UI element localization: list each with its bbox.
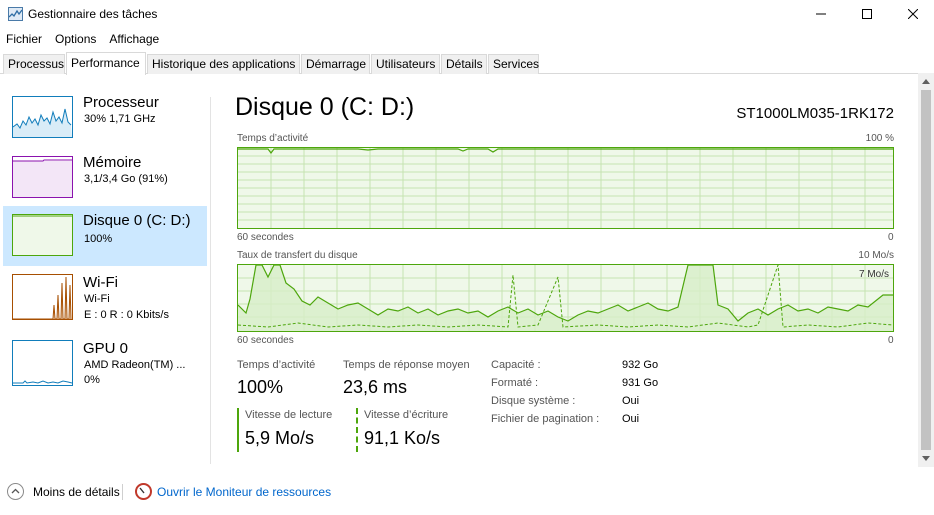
scroll-up-icon[interactable] [922, 79, 930, 84]
system-disk-value: Oui [622, 395, 640, 407]
read-speed-indicator [237, 408, 239, 452]
less-details-button[interactable]: Moins de détails [33, 485, 120, 499]
window-title: Gestionnaire des tâches [28, 7, 158, 21]
tab-services[interactable]: Services [488, 54, 539, 74]
sidebar-sub2-wifi: E : 0 R : 0 Kbits/s [84, 309, 169, 321]
graph2-secondary-label: 7 Mo/s [858, 269, 889, 280]
sidebar-sub2-gpu: 0% [84, 374, 100, 386]
sidebar-divider [210, 97, 211, 464]
formatted-label: Formaté : [491, 377, 539, 389]
response-time-value: 23,6 ms [343, 377, 408, 397]
read-speed-label: Vitesse de lecture [245, 409, 333, 421]
active-time-value: 100% [237, 377, 284, 397]
footer: Moins de détails Ouvrir le Moniteur de r… [0, 478, 934, 506]
sidebar-sub-gpu: AMD Radeon(TM) ... [84, 359, 186, 371]
sidebar-title-processeur: Processeur [83, 94, 159, 111]
active-time-label: Temps d’activité [237, 359, 316, 371]
tab-processus[interactable]: Processus [3, 54, 65, 74]
sidebar-title-memoire: Mémoire [83, 154, 142, 171]
tab-strip: Processus Performance Historique des app… [0, 52, 934, 75]
cpu-thumbnail [12, 96, 73, 138]
menu-bar: Fichier Options Affichage [0, 30, 166, 48]
resource-monitor-link[interactable]: Ouvrir le Moniteur de ressources [157, 485, 331, 499]
menu-options[interactable]: Options [49, 30, 103, 48]
capacity-label: Capacité : [491, 359, 541, 371]
menu-fichier[interactable]: Fichier [0, 30, 49, 48]
graph2-max-label: 10 Mo/s [858, 250, 894, 261]
disk-model: ST1000LM035-1RK172 [736, 105, 894, 122]
wifi-thumbnail [12, 274, 73, 320]
page-title: Disque 0 (C: D:) [235, 93, 415, 121]
sidebar-title-gpu: GPU 0 [83, 340, 129, 357]
vertical-scrollbar[interactable] [918, 73, 934, 467]
resource-sidebar: Processeur 30% 1,71 GHz Mémoire 3,1/3,4 … [0, 88, 210, 464]
scroll-down-icon[interactable] [922, 456, 930, 461]
write-speed-value: 91,1 Ko/s [364, 428, 441, 448]
sidebar-item-memoire[interactable]: Mémoire 3,1/3,4 Go (91%) [3, 148, 207, 208]
resource-monitor-icon [135, 483, 152, 500]
sidebar-sub-memoire: 3,1/3,4 Go (91%) [84, 173, 168, 185]
sidebar-sub-wifi: Wi-Fi [84, 293, 110, 305]
graph1-time-label: 60 secondes [237, 232, 294, 243]
response-time-label: Temps de réponse moyen [343, 359, 470, 371]
active-time-graph [237, 147, 894, 229]
memory-thumbnail [12, 156, 73, 198]
title-bar: Gestionnaire des tâches [0, 0, 934, 28]
transfer-rate-graph: 7 Mo/s [237, 264, 894, 332]
sidebar-title-wifi: Wi-Fi [83, 274, 118, 291]
tab-performance[interactable]: Performance [66, 52, 146, 75]
system-disk-label: Disque système : [491, 395, 576, 407]
close-button[interactable] [890, 0, 934, 28]
sidebar-item-wifi[interactable]: Wi-Fi Wi-Fi E : 0 R : 0 Kbits/s [3, 268, 207, 328]
footer-divider [122, 484, 123, 500]
page-file-label: Fichier de pagination : [491, 413, 600, 425]
disk-thumbnail [12, 214, 73, 256]
graph1-min-label: 0 [888, 232, 894, 243]
graph1-label: Temps d’activité [237, 133, 309, 144]
graph2-time-label: 60 secondes [237, 335, 294, 346]
graph2-min-label: 0 [888, 335, 894, 346]
capacity-value: 932 Go [622, 359, 659, 371]
task-manager-icon [8, 7, 23, 21]
page-file-value: Oui [622, 413, 640, 425]
tab-demarrage[interactable]: Démarrage [301, 54, 370, 74]
sidebar-item-gpu[interactable]: GPU 0 AMD Radeon(TM) ... 0% [3, 334, 207, 394]
maximize-button[interactable] [844, 0, 890, 28]
tab-historique[interactable]: Historique des applications [147, 54, 300, 74]
write-speed-indicator [356, 408, 358, 452]
read-speed-value: 5,9 Mo/s [245, 428, 315, 448]
tab-utilisateurs[interactable]: Utilisateurs [371, 54, 440, 74]
scroll-thumb[interactable] [921, 90, 931, 450]
tab-details[interactable]: Détails [441, 54, 487, 74]
gpu-thumbnail [12, 340, 73, 386]
graph2-label: Taux de transfert du disque [237, 250, 358, 261]
graph1-max-label: 100 % [865, 133, 894, 144]
sidebar-sub-processeur: 30% 1,71 GHz [84, 113, 156, 125]
menu-affichage[interactable]: Affichage [103, 30, 166, 48]
sidebar-item-disque[interactable]: Disque 0 (C: D:) 100% [3, 206, 207, 266]
sidebar-item-processeur[interactable]: Processeur 30% 1,71 GHz [3, 88, 207, 148]
write-speed-label: Vitesse d’écriture [364, 409, 449, 421]
sidebar-title-disque: Disque 0 (C: D:) [83, 212, 191, 229]
minimize-button[interactable] [798, 0, 844, 28]
formatted-value: 931 Go [622, 377, 659, 389]
sidebar-sub-disque: 100% [84, 233, 113, 245]
collapse-chevron-icon[interactable] [7, 483, 24, 500]
